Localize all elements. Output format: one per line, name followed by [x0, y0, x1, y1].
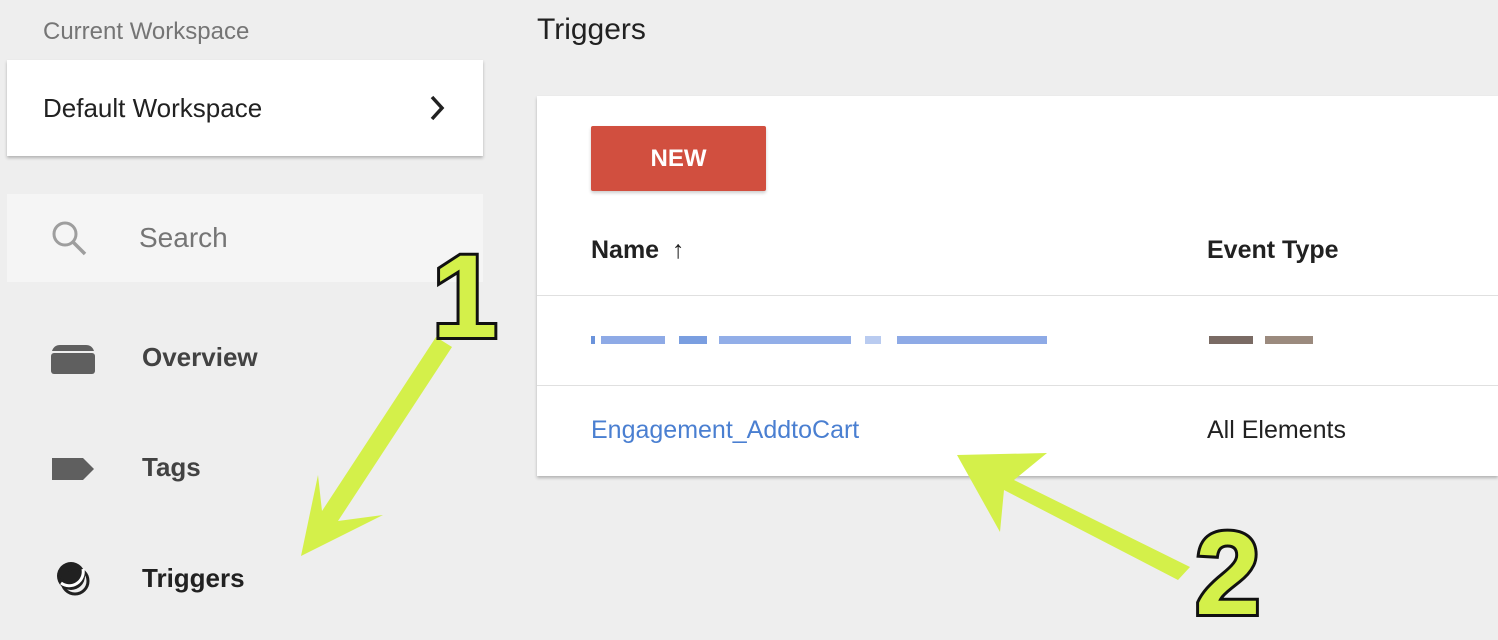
- page-title: Triggers: [537, 13, 646, 46]
- workspace-selector[interactable]: Default Workspace: [7, 60, 483, 156]
- sidebar-item-label: Overview: [142, 342, 258, 372]
- workspace-label: Current Workspace: [43, 18, 250, 45]
- search-box[interactable]: [7, 194, 483, 282]
- event-type-cell: All Elements: [1207, 416, 1346, 444]
- sidebar-item-tags[interactable]: Tags: [0, 428, 480, 508]
- chevron-right-icon: [430, 95, 445, 121]
- trigger-icon: [57, 562, 90, 596]
- table-row: Engagement_AddtoCart All Elements: [537, 386, 1498, 475]
- tag-icon: [52, 458, 94, 480]
- trigger-name-link[interactable]: Engagement_AddtoCart: [591, 416, 859, 445]
- search-icon: [52, 221, 87, 256]
- triggers-card: NEW Name ↑ Event Type Engagement_AddtoCa…: [537, 96, 1498, 476]
- column-header-name[interactable]: Name ↑: [591, 236, 685, 265]
- table-row: [537, 296, 1498, 385]
- redacted-trigger-name[interactable]: [591, 336, 1051, 348]
- sidebar-item-overview[interactable]: Overview: [0, 318, 480, 398]
- redacted-event-type: [1209, 336, 1319, 346]
- new-trigger-button[interactable]: NEW: [591, 126, 766, 191]
- search-input[interactable]: [139, 216, 459, 260]
- sort-ascending-icon: ↑: [672, 236, 685, 264]
- sidebar-item-label: Tags: [142, 452, 201, 482]
- annotation-number-2: 2: [1192, 508, 1264, 640]
- workspace-name: Default Workspace: [43, 92, 263, 123]
- sidebar-item-triggers[interactable]: Triggers: [0, 537, 480, 617]
- folder-icon: [51, 345, 95, 374]
- column-header-event-type[interactable]: Event Type: [1207, 236, 1339, 265]
- sidebar-item-label: Triggers: [142, 563, 245, 593]
